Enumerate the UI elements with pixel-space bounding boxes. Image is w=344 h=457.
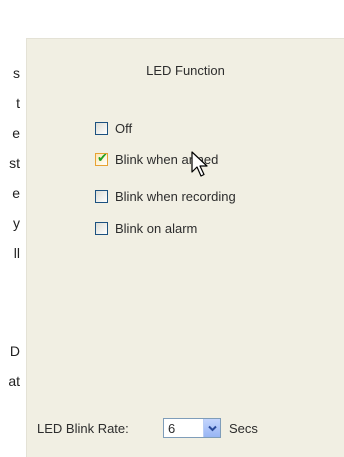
checkbox-blink-when-armed[interactable]: ✔ <box>95 149 108 166</box>
chevron-down-icon <box>207 425 217 431</box>
checkbox-off[interactable] <box>95 121 108 135</box>
blink-rate-unit: Secs <box>229 420 258 436</box>
clipped-text-fragment: t <box>16 95 20 111</box>
checkbox-blink-when-recording[interactable] <box>95 189 108 203</box>
clipped-text-fragment: e <box>12 185 20 201</box>
option-blink-when-recording[interactable]: Blink when recording <box>95 187 236 205</box>
option-blink-on-alarm[interactable]: Blink on alarm <box>95 219 197 237</box>
option-label: Off <box>115 120 133 136</box>
dropdown-button[interactable] <box>203 419 220 437</box>
panel-title: LED Function <box>146 63 225 78</box>
clipped-text-column: s t e st e y ll D at <box>0 0 22 457</box>
blink-rate-value: 6 <box>168 420 176 436</box>
led-function-panel: LED Function Off ✔ Blink when armed Blin… <box>26 38 344 457</box>
clipped-text-fragment: ll <box>13 245 20 261</box>
option-off[interactable]: Off <box>95 119 132 137</box>
clipped-text-fragment: y <box>13 215 20 231</box>
option-label: Blink when recording <box>115 188 236 204</box>
clipped-text-fragment: at <box>8 373 20 389</box>
screenshot-page: s t e st e y ll D at LED Function Off ✔ … <box>0 0 344 457</box>
checkmark-icon: ✔ <box>97 149 108 165</box>
blink-rate-select[interactable]: 6 <box>163 418 221 438</box>
blink-rate-row: LED Blink Rate: 6 Secs <box>37 417 258 439</box>
clipped-text-fragment: st <box>9 155 20 171</box>
option-label: Blink on alarm <box>115 220 198 236</box>
option-label: Blink when armed <box>115 151 219 167</box>
option-blink-when-armed[interactable]: ✔ Blink when armed <box>95 150 218 168</box>
blink-rate-label: LED Blink Rate: <box>37 420 129 436</box>
clipped-text-fragment: e <box>12 125 20 141</box>
clipped-text-fragment: D <box>9 343 20 359</box>
clipped-text-fragment: s <box>13 65 20 81</box>
checkbox-blink-on-alarm[interactable] <box>95 221 108 235</box>
